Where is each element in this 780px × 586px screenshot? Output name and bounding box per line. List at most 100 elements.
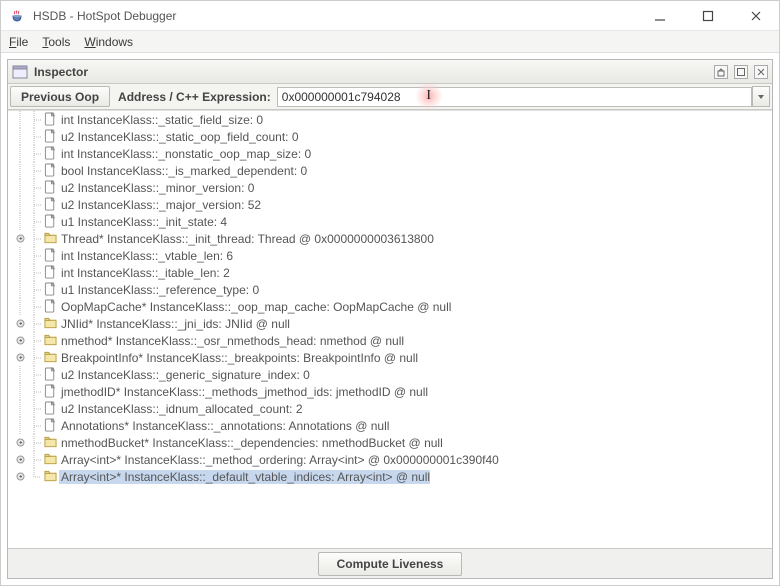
file-icon <box>43 368 57 382</box>
tree-row-label: u1 InstanceKlass::_init_state: 4 <box>59 215 227 229</box>
tree-toggle-icon[interactable] <box>16 234 25 243</box>
tree-row[interactable]: u2 InstanceKlass::_generic_signature_ind… <box>8 366 772 383</box>
tree-toggle-icon[interactable] <box>16 319 25 328</box>
tree-row[interactable]: JNIid* InstanceKlass::_jni_ids: JNIid @ … <box>8 315 772 332</box>
tree-branch-icon <box>27 298 41 315</box>
tree-branch-icon <box>27 400 41 417</box>
menubar: File Tools Windows <box>1 31 779 53</box>
tree-row[interactable]: int InstanceKlass::_static_field_size: 0 <box>8 111 772 128</box>
maximize-button[interactable] <box>693 4 723 28</box>
tree-row-label: nmethodBucket* InstanceKlass::_dependenc… <box>59 436 443 450</box>
tree-row[interactable]: u2 InstanceKlass::_major_version: 52 <box>8 196 772 213</box>
tree-line-icon <box>14 196 25 213</box>
tree-row-label: u2 InstanceKlass::_generic_signature_ind… <box>59 368 310 382</box>
tree-branch-icon <box>27 315 41 332</box>
tree-toggle-icon[interactable] <box>16 438 25 447</box>
tree-row[interactable]: Array<int>* InstanceKlass::_default_vtab… <box>8 468 772 485</box>
tree-row[interactable]: int InstanceKlass::_itable_len: 2 <box>8 264 772 281</box>
tree-branch-icon <box>27 434 41 451</box>
tree-row-label: Array<int>* InstanceKlass::_default_vtab… <box>59 470 430 484</box>
tree-toggle-icon[interactable] <box>16 353 25 362</box>
tree-branch-icon <box>27 366 41 383</box>
tree-row[interactable]: u2 InstanceKlass::_static_oop_field_coun… <box>8 128 772 145</box>
tree-row-label: JNIid* InstanceKlass::_jni_ids: JNIid @ … <box>59 317 290 331</box>
inspector-frame: Inspector Previous Oop Address / C++ Exp… <box>7 59 773 579</box>
tree-row[interactable]: nmethod* InstanceKlass::_osr_nmethods_he… <box>8 332 772 349</box>
tree-line-icon <box>14 281 25 298</box>
folder-icon <box>43 453 57 467</box>
file-icon <box>43 266 57 280</box>
tree-line-icon <box>14 111 25 128</box>
tree-toggle-icon[interactable] <box>16 455 25 464</box>
tree-row-label: Thread* InstanceKlass::_init_thread: Thr… <box>59 232 434 246</box>
tree-row[interactable]: Array<int>* InstanceKlass::_method_order… <box>8 451 772 468</box>
tree-row-label: u2 InstanceKlass::_static_oop_field_coun… <box>59 130 299 144</box>
tree-row-label: Array<int>* InstanceKlass::_method_order… <box>59 453 499 467</box>
file-icon <box>43 113 57 127</box>
tree-row[interactable]: int InstanceKlass::_vtable_len: 6 <box>8 247 772 264</box>
minimize-button[interactable] <box>645 4 675 28</box>
folder-icon <box>43 470 57 484</box>
tree-branch-icon <box>27 349 41 366</box>
address-input[interactable] <box>277 87 752 107</box>
tree-row[interactable]: jmethodID* InstanceKlass::_methods_jmeth… <box>8 383 772 400</box>
tree-view[interactable]: int InstanceKlass::_static_field_size: 0… <box>8 110 772 548</box>
tree-branch-icon <box>27 196 41 213</box>
tree-branch-icon <box>27 247 41 264</box>
tree-line-icon <box>14 264 25 281</box>
tree-row[interactable]: Annotations* InstanceKlass::_annotations… <box>8 417 772 434</box>
tree-branch-icon <box>27 468 41 485</box>
file-icon <box>43 130 57 144</box>
file-icon <box>43 419 57 433</box>
tree-row[interactable]: OopMapCache* InstanceKlass::_oop_map_cac… <box>8 298 772 315</box>
file-icon <box>43 300 57 314</box>
tree-branch-icon <box>27 383 41 400</box>
tree-branch-icon <box>27 332 41 349</box>
tree-row-label: u2 InstanceKlass::_minor_version: 0 <box>59 181 254 195</box>
file-icon <box>43 385 57 399</box>
java-icon <box>9 8 25 24</box>
menu-windows[interactable]: Windows <box>84 35 133 49</box>
tree-row[interactable]: bool InstanceKlass::_is_marked_dependent… <box>8 162 772 179</box>
address-dropdown-button[interactable] <box>752 86 770 107</box>
tree-row[interactable]: u2 InstanceKlass::_idnum_allocated_count… <box>8 400 772 417</box>
tree-row-label: OopMapCache* InstanceKlass::_oop_map_cac… <box>59 300 451 314</box>
tree-row[interactable]: Thread* InstanceKlass::_init_thread: Thr… <box>8 230 772 247</box>
tree-branch-icon <box>27 451 41 468</box>
frame-restore-button[interactable] <box>714 65 728 79</box>
file-icon <box>43 249 57 263</box>
window-title: HSDB - HotSpot Debugger <box>33 9 645 23</box>
tree-row[interactable]: u1 InstanceKlass::_reference_type: 0 <box>8 281 772 298</box>
inspector-titlebar: Inspector <box>8 60 772 84</box>
tree-toggle-icon[interactable] <box>16 472 25 481</box>
menu-tools[interactable]: Tools <box>42 35 70 49</box>
tree-row[interactable]: BreakpointInfo* InstanceKlass::_breakpoi… <box>8 349 772 366</box>
tree-row-label: int InstanceKlass::_static_field_size: 0 <box>59 113 263 127</box>
previous-oop-button[interactable]: Previous Oop <box>10 86 110 107</box>
frame-close-button[interactable] <box>754 65 768 79</box>
file-icon <box>43 283 57 297</box>
tree-line-icon <box>14 128 25 145</box>
inspector-toolbar: Previous Oop Address / C++ Expression: <box>8 84 772 110</box>
close-button[interactable] <box>741 4 771 28</box>
inspector-footer: Compute Liveness <box>8 548 772 578</box>
compute-liveness-button[interactable]: Compute Liveness <box>318 552 463 576</box>
menu-file[interactable]: File <box>9 35 28 49</box>
tree-row-label: jmethodID* InstanceKlass::_methods_jmeth… <box>59 385 428 399</box>
file-icon <box>43 198 57 212</box>
tree-row[interactable]: nmethodBucket* InstanceKlass::_dependenc… <box>8 434 772 451</box>
address-label: Address / C++ Expression: <box>112 84 277 109</box>
tree-row[interactable]: int InstanceKlass::_nonstatic_oop_map_si… <box>8 145 772 162</box>
tree-toggle-icon[interactable] <box>16 336 25 345</box>
tree-branch-icon <box>27 230 41 247</box>
tree-line-icon <box>14 179 25 196</box>
tree-line-icon <box>14 366 25 383</box>
folder-icon <box>43 317 57 331</box>
tree-branch-icon <box>27 111 41 128</box>
tree-row[interactable]: u1 InstanceKlass::_init_state: 4 <box>8 213 772 230</box>
tree-line-icon <box>14 162 25 179</box>
tree-row[interactable]: u2 InstanceKlass::_minor_version: 0 <box>8 179 772 196</box>
frame-maximize-button[interactable] <box>734 65 748 79</box>
inspector-title: Inspector <box>34 65 708 79</box>
folder-icon <box>43 334 57 348</box>
